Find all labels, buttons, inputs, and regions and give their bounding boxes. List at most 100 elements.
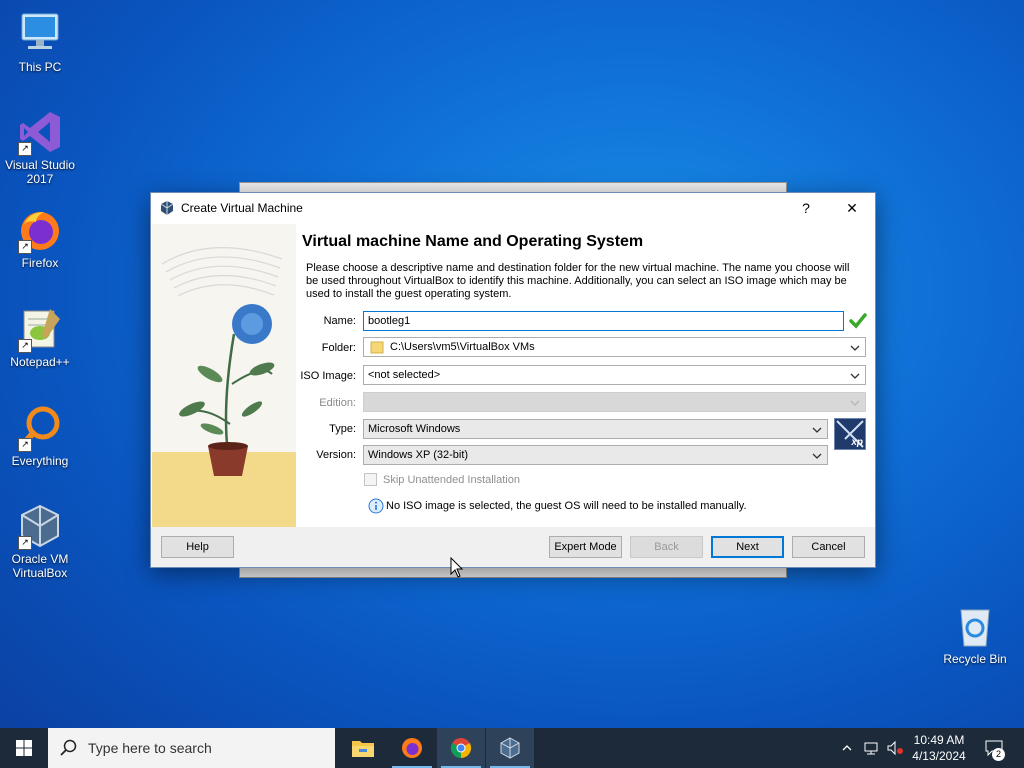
name-label: Name: <box>323 315 356 327</box>
create-vm-dialog: Create Virtual Machine ? ✕ Virtual machi… <box>150 192 876 568</box>
desktop-icon-firefox[interactable]: ↗ Firefox <box>0 206 80 270</box>
shortcut-arrow-icon: ↗ <box>18 240 32 254</box>
info-icon <box>368 498 384 514</box>
show-hidden-icons-button[interactable] <box>838 728 856 768</box>
close-icon: ✕ <box>846 199 858 216</box>
chevron-down-icon <box>850 400 860 406</box>
desktop-icon-label: This PC <box>18 60 62 74</box>
edition-select <box>363 392 866 412</box>
virtualbox-icon: ↗ <box>16 502 64 550</box>
chevron-down-icon <box>850 345 860 351</box>
type-select[interactable]: Microsoft Windows <box>363 419 828 439</box>
recycle-bin-icon <box>951 602 999 650</box>
everything-search-icon: ↗ <box>16 404 64 452</box>
virtualbox-icon <box>160 201 174 215</box>
desktop-icon-this-pc[interactable]: This PC <box>0 10 80 74</box>
folder-label: Folder: <box>321 342 356 354</box>
chevron-down-icon <box>850 373 860 379</box>
desktop-icon-label: Recycle Bin <box>943 652 1007 666</box>
network-icon <box>864 742 878 755</box>
desktop-icon-notepad-plus-plus[interactable]: ↗ Notepad++ <box>0 305 80 369</box>
desktop-icon-label: Everything <box>11 454 69 468</box>
folder-value: C:\Users\vm5\VirtualBox VMs <box>390 341 535 353</box>
version-label: Version: <box>316 449 356 461</box>
folder-select[interactable]: C:\Users\vm5\VirtualBox VMs <box>363 337 866 357</box>
back-button[interactable]: Back <box>630 536 703 558</box>
clock-time: 10:49 AM <box>913 733 965 747</box>
mouse-cursor-icon <box>450 557 464 578</box>
wizard-panel: Virtual machine Name and Operating Syste… <box>300 223 875 527</box>
firefox-icon: ↗ <box>16 206 64 254</box>
close-button[interactable]: ✕ <box>829 193 875 223</box>
help-glyph: ? <box>802 200 810 216</box>
virtualbox-icon <box>500 737 520 759</box>
taskbar-app-virtualbox[interactable] <box>486 728 534 768</box>
help-titlebar-button[interactable]: ? <box>783 193 829 223</box>
name-input[interactable]: bootleg1 <box>363 311 844 331</box>
shortcut-arrow-icon: ↗ <box>18 536 32 550</box>
desktop-icon-recycle-bin[interactable]: Recycle Bin <box>935 602 1015 666</box>
shortcut-arrow-icon: ↗ <box>18 339 32 353</box>
iso-image-select[interactable]: <not selected> <box>363 365 866 385</box>
taskbar-app-file-explorer[interactable] <box>339 728 387 768</box>
desktop-icon-label: Visual Studio 2017 <box>5 158 75 186</box>
search-icon <box>60 739 77 756</box>
chrome-icon <box>450 738 472 759</box>
info-message-text: No ISO image is selected, the guest OS w… <box>386 500 747 512</box>
shortcut-arrow-icon: ↗ <box>18 438 32 452</box>
expert-mode-button[interactable]: Expert Mode <box>549 536 622 558</box>
clock-date: 4/13/2024 <box>912 749 966 763</box>
network-tray-button[interactable] <box>860 728 882 768</box>
wizard-illustration <box>152 224 296 527</box>
type-value: Microsoft Windows <box>368 423 461 435</box>
iso-image-value: <not selected> <box>368 369 441 381</box>
taskbar-search-box[interactable]: Type here to search <box>48 728 335 768</box>
desktop-icon-label: Oracle VM VirtualBox <box>11 552 69 580</box>
page-heading: Virtual machine Name and Operating Syste… <box>302 233 644 250</box>
skip-unattended-checkbox[interactable]: Skip Unattended Installation <box>364 473 520 486</box>
valid-check-icon <box>849 313 867 329</box>
folder-icon <box>370 341 384 354</box>
desktop-icon-visual-studio[interactable]: ↗ Visual Studio 2017 <box>0 108 80 186</box>
help-button[interactable]: Help <box>161 536 234 558</box>
taskbar-clock[interactable]: 10:49 AM 4/13/2024 <box>900 732 978 764</box>
desktop-icon-label: Notepad++ <box>10 355 70 369</box>
windows-logo-icon <box>16 740 32 756</box>
dialog-title: Create Virtual Machine <box>181 201 303 215</box>
iso-image-label: ISO Image: <box>300 370 356 382</box>
page-description: Please choose a descriptive name and des… <box>306 262 850 300</box>
file-explorer-icon <box>352 741 374 757</box>
taskbar: Type here to search 10:49 AM 4/13/2024 2 <box>0 728 1024 768</box>
type-label: Type: <box>329 423 356 435</box>
checkbox-box <box>364 473 377 486</box>
shortcut-arrow-icon: ↗ <box>18 142 32 156</box>
edition-label: Edition: <box>319 397 356 409</box>
taskbar-app-firefox[interactable] <box>388 728 436 768</box>
dialog-content: Virtual machine Name and Operating Syste… <box>151 223 875 527</box>
computer-icon <box>16 10 64 58</box>
name-value: bootleg1 <box>368 315 411 327</box>
desktop-icon-everything[interactable]: ↗ Everything <box>0 404 80 468</box>
cancel-button[interactable]: Cancel <box>792 536 865 558</box>
chevron-down-icon <box>812 453 822 459</box>
firefox-icon <box>402 738 422 758</box>
skip-unattended-label: Skip Unattended Installation <box>383 473 520 486</box>
start-button[interactable] <box>0 728 48 768</box>
notepad-plus-plus-icon: ↗ <box>16 305 64 353</box>
chevron-down-icon <box>812 427 822 433</box>
notification-count-badge: 2 <box>992 748 1005 761</box>
desktop-icon-label: Firefox <box>21 256 59 270</box>
search-placeholder: Type here to search <box>88 740 212 756</box>
dialog-titlebar[interactable]: Create Virtual Machine ? ✕ <box>151 193 875 223</box>
taskbar-app-chrome[interactable] <box>437 728 485 768</box>
os-type-icon: xp <box>834 418 866 450</box>
version-select[interactable]: Windows XP (32-bit) <box>363 445 828 465</box>
chevron-up-icon <box>842 745 852 751</box>
visual-studio-icon: ↗ <box>16 108 64 156</box>
os-badge-text: xp <box>851 437 863 448</box>
version-value: Windows XP (32-bit) <box>368 449 469 461</box>
action-center-button[interactable]: 2 <box>980 728 1008 768</box>
iso-info-message: No ISO image is selected, the guest OS w… <box>368 498 747 514</box>
desktop-icon-virtualbox[interactable]: ↗ Oracle VM VirtualBox <box>0 502 80 580</box>
next-button[interactable]: Next <box>711 536 784 558</box>
